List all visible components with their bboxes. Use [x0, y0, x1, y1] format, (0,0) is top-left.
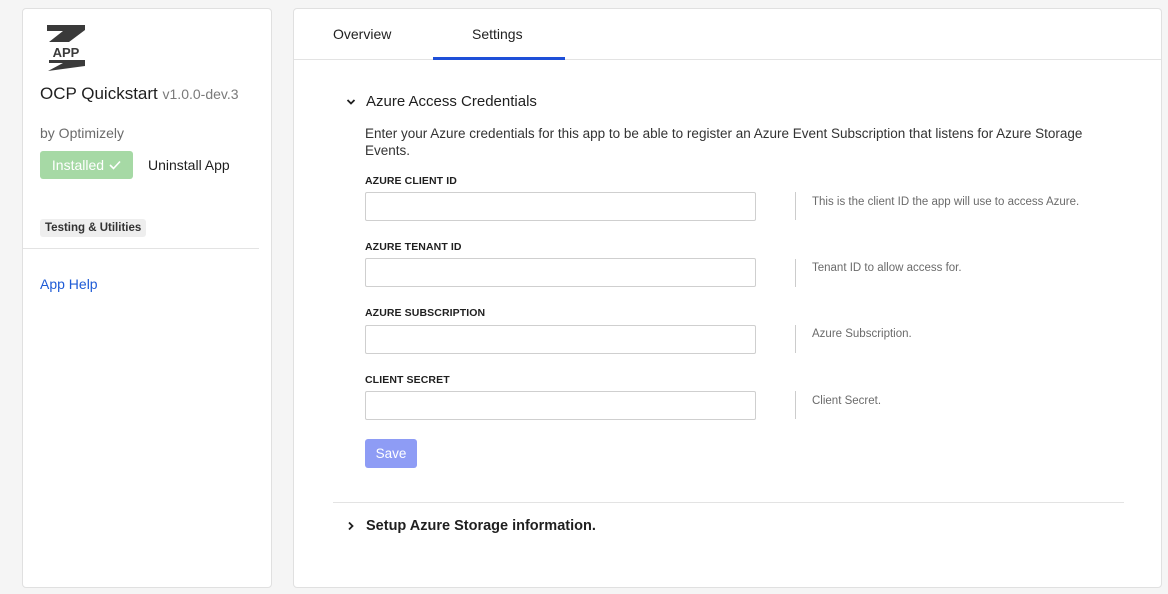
installed-button[interactable]: Installed [40, 151, 133, 179]
section-title: Setup Azure Storage information. [366, 518, 596, 534]
tab-overview[interactable]: Overview [333, 26, 391, 42]
tab-settings[interactable]: Settings [472, 26, 523, 42]
tab-bar: Overview Settings [294, 9, 1161, 60]
field-label-client-secret: CLIENT SECRET [365, 374, 450, 386]
help-divider [795, 259, 796, 287]
divider [23, 248, 259, 249]
app-info-panel: APP OCP Quickstart v1.0.0-dev.3 by Optim… [22, 8, 272, 588]
app-vendor: by Optimizely [40, 125, 125, 141]
field-help-subscription: Azure Subscription. [812, 328, 912, 340]
uninstall-app-link[interactable]: Uninstall App [148, 157, 230, 173]
field-help-client-id: This is the client ID the app will use t… [812, 196, 1080, 208]
help-divider [795, 391, 796, 419]
settings-panel: Overview Settings Azure Access Credentia… [293, 8, 1162, 588]
chevron-down-icon [346, 98, 356, 105]
app-name: OCP Quickstart [40, 84, 158, 103]
client-secret-input[interactable] [365, 391, 756, 420]
app-title: OCP Quickstart v1.0.0-dev.3 [40, 83, 240, 105]
chevron-right-icon [348, 521, 354, 531]
section-title: Azure Access Credentials [366, 93, 537, 110]
azure-tenant-id-input[interactable] [365, 258, 756, 287]
app-logo-text: APP [53, 45, 80, 60]
check-icon [109, 160, 121, 170]
section-divider [333, 502, 1124, 503]
field-help-client-secret: Client Secret. [812, 395, 882, 407]
app-version: v1.0.0-dev.3 [162, 86, 239, 102]
field-label-client-id: AZURE CLIENT ID [365, 175, 457, 187]
azure-client-id-input[interactable] [365, 192, 756, 221]
field-label-subscription: AZURE SUBSCRIPTION [365, 307, 486, 319]
help-divider [795, 325, 796, 353]
installed-label: Installed [51, 157, 105, 173]
category-badge[interactable]: Testing & Utilities [40, 219, 147, 237]
help-divider [795, 192, 796, 220]
app-logo-icon: APP [45, 23, 89, 73]
field-help-tenant-id: Tenant ID to allow access for. [812, 262, 962, 274]
section-description: Enter your Azure credentials for this ap… [365, 126, 1083, 158]
app-help-link[interactable]: App Help [40, 276, 98, 292]
active-tab-indicator [433, 57, 565, 60]
save-button[interactable]: Save [365, 439, 417, 468]
section-header-azure-storage[interactable]: Setup Azure Storage information. [346, 518, 596, 534]
azure-subscription-input[interactable] [365, 325, 756, 354]
field-label-tenant-id: AZURE TENANT ID [365, 241, 462, 253]
section-header-azure-credentials[interactable]: Azure Access Credentials [346, 93, 537, 110]
